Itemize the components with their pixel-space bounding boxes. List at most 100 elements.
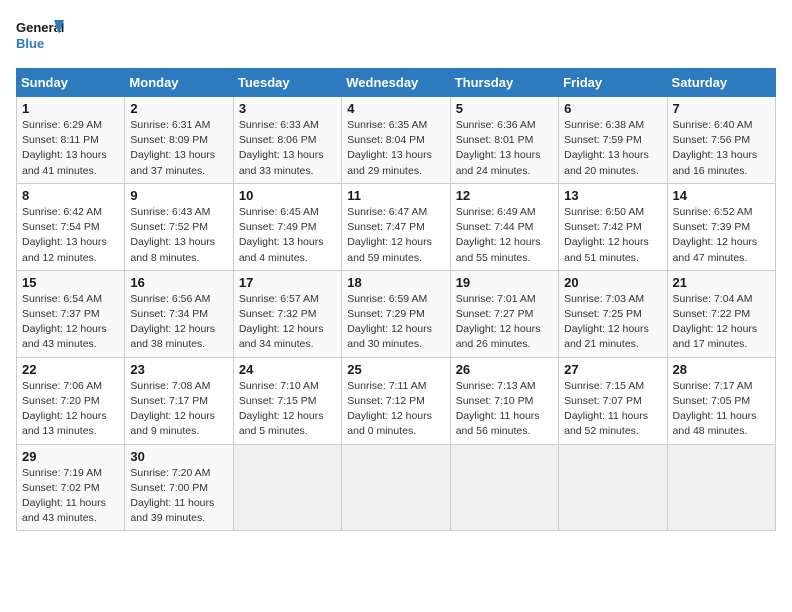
day-cell: 18 Sunrise: 6:59 AM Sunset: 7:29 PM Dayli…: [342, 270, 450, 357]
day-info: Sunrise: 6:43 AM Sunset: 7:52 PM Dayligh…: [130, 205, 227, 266]
logo: General Blue: [16, 16, 66, 58]
week-row-1: 1Sunrise: 6:29 AM Sunset: 8:11 PM Daylig…: [17, 97, 776, 184]
day-info: Sunrise: 6:45 AM Sunset: 7:49 PM Dayligh…: [239, 205, 336, 266]
day-info: Sunrise: 6:49 AM Sunset: 7:44 PM Dayligh…: [456, 205, 553, 266]
day-number: 14: [673, 188, 770, 203]
day-cell: [559, 444, 667, 531]
day-cell: 19 Sunrise: 7:01 AM Sunset: 7:27 PM Dayli…: [450, 270, 558, 357]
day-number: 12: [456, 188, 553, 203]
day-cell: 27 Sunrise: 7:15 AM Sunset: 7:07 PM Dayli…: [559, 357, 667, 444]
day-number: 21: [673, 275, 770, 290]
day-info: Sunrise: 7:04 AM Sunset: 7:22 PM Dayligh…: [673, 292, 770, 353]
col-header-sunday: Sunday: [17, 69, 125, 97]
day-info: Sunrise: 6:35 AM Sunset: 8:04 PM Dayligh…: [347, 118, 444, 179]
day-cell: 25 Sunrise: 7:11 AM Sunset: 7:12 PM Dayli…: [342, 357, 450, 444]
day-info: Sunrise: 7:11 AM Sunset: 7:12 PM Dayligh…: [347, 379, 444, 440]
day-number: 26: [456, 362, 553, 377]
week-row-5: 29 Sunrise: 7:19 AM Sunset: 7:02 PM Dayli…: [17, 444, 776, 531]
day-number: 13: [564, 188, 661, 203]
col-header-tuesday: Tuesday: [233, 69, 341, 97]
day-number: 30: [130, 449, 227, 464]
day-number: 7: [673, 101, 770, 116]
day-cell: 9 Sunrise: 6:43 AM Sunset: 7:52 PM Daylig…: [125, 183, 233, 270]
day-cell: 6 Sunrise: 6:38 AM Sunset: 7:59 PM Daylig…: [559, 97, 667, 184]
day-cell: 28Sunrise: 7:17 AM Sunset: 7:05 PM Dayli…: [667, 357, 775, 444]
day-cell: 14 Sunrise: 6:52 AM Sunset: 7:39 PM Dayli…: [667, 183, 775, 270]
day-cell: 4 Sunrise: 6:35 AM Sunset: 8:04 PM Daylig…: [342, 97, 450, 184]
day-number: 11: [347, 188, 444, 203]
day-info: Sunrise: 7:13 AM Sunset: 7:10 PM Dayligh…: [456, 379, 553, 440]
day-info: Sunrise: 6:38 AM Sunset: 7:59 PM Dayligh…: [564, 118, 661, 179]
day-info: Sunrise: 7:01 AM Sunset: 7:27 PM Dayligh…: [456, 292, 553, 353]
day-cell: 7Sunrise: 6:40 AM Sunset: 7:56 PM Daylig…: [667, 97, 775, 184]
day-info: Sunrise: 6:42 AM Sunset: 7:54 PM Dayligh…: [22, 205, 119, 266]
day-number: 20: [564, 275, 661, 290]
week-row-2: 8 Sunrise: 6:42 AM Sunset: 7:54 PM Daylig…: [17, 183, 776, 270]
day-info: Sunrise: 6:59 AM Sunset: 7:29 PM Dayligh…: [347, 292, 444, 353]
day-info: Sunrise: 7:06 AM Sunset: 7:20 PM Dayligh…: [22, 379, 119, 440]
day-cell: 24Sunrise: 7:10 AM Sunset: 7:15 PM Dayli…: [233, 357, 341, 444]
day-cell: 23 Sunrise: 7:08 AM Sunset: 7:17 PM Dayli…: [125, 357, 233, 444]
day-number: 23: [130, 362, 227, 377]
day-number: 6: [564, 101, 661, 116]
day-cell: 11 Sunrise: 6:47 AM Sunset: 7:47 PM Dayli…: [342, 183, 450, 270]
day-number: 10: [239, 188, 336, 203]
day-cell: 17Sunrise: 6:57 AM Sunset: 7:32 PM Dayli…: [233, 270, 341, 357]
day-cell: 3 Sunrise: 6:33 AM Sunset: 8:06 PM Daylig…: [233, 97, 341, 184]
day-cell: 1Sunrise: 6:29 AM Sunset: 8:11 PM Daylig…: [17, 97, 125, 184]
day-cell: 21 Sunrise: 7:04 AM Sunset: 7:22 PM Dayli…: [667, 270, 775, 357]
day-number: 5: [456, 101, 553, 116]
day-number: 2: [130, 101, 227, 116]
day-cell: 29 Sunrise: 7:19 AM Sunset: 7:02 PM Dayli…: [17, 444, 125, 531]
day-cell: 30 Sunrise: 7:20 AM Sunset: 7:00 PM Dayli…: [125, 444, 233, 531]
day-number: 15: [22, 275, 119, 290]
day-number: 24: [239, 362, 336, 377]
day-number: 27: [564, 362, 661, 377]
day-info: Sunrise: 6:47 AM Sunset: 7:47 PM Dayligh…: [347, 205, 444, 266]
day-number: 28: [673, 362, 770, 377]
day-cell: [233, 444, 341, 531]
day-info: Sunrise: 6:54 AM Sunset: 7:37 PM Dayligh…: [22, 292, 119, 353]
logo-svg: General Blue: [16, 16, 66, 58]
day-number: 1: [22, 101, 119, 116]
col-header-monday: Monday: [125, 69, 233, 97]
day-info: Sunrise: 7:19 AM Sunset: 7:02 PM Dayligh…: [22, 466, 119, 527]
day-info: Sunrise: 7:08 AM Sunset: 7:17 PM Dayligh…: [130, 379, 227, 440]
day-number: 18: [347, 275, 444, 290]
day-info: Sunrise: 7:03 AM Sunset: 7:25 PM Dayligh…: [564, 292, 661, 353]
day-cell: [667, 444, 775, 531]
day-cell: [342, 444, 450, 531]
day-number: 16: [130, 275, 227, 290]
day-info: Sunrise: 6:36 AM Sunset: 8:01 PM Dayligh…: [456, 118, 553, 179]
day-cell: 2 Sunrise: 6:31 AM Sunset: 8:09 PM Daylig…: [125, 97, 233, 184]
page-header: General Blue: [16, 16, 776, 58]
day-info: Sunrise: 6:52 AM Sunset: 7:39 PM Dayligh…: [673, 205, 770, 266]
day-cell: 15 Sunrise: 6:54 AM Sunset: 7:37 PM Dayli…: [17, 270, 125, 357]
calendar-header-row: SundayMondayTuesdayWednesdayThursdayFrid…: [17, 69, 776, 97]
day-cell: [450, 444, 558, 531]
day-info: Sunrise: 7:20 AM Sunset: 7:00 PM Dayligh…: [130, 466, 227, 527]
day-info: Sunrise: 7:15 AM Sunset: 7:07 PM Dayligh…: [564, 379, 661, 440]
day-number: 4: [347, 101, 444, 116]
calendar-table: SundayMondayTuesdayWednesdayThursdayFrid…: [16, 68, 776, 531]
day-number: 3: [239, 101, 336, 116]
col-header-friday: Friday: [559, 69, 667, 97]
day-number: 25: [347, 362, 444, 377]
day-number: 9: [130, 188, 227, 203]
svg-text:Blue: Blue: [16, 36, 44, 51]
week-row-4: 22 Sunrise: 7:06 AM Sunset: 7:20 PM Dayli…: [17, 357, 776, 444]
week-row-3: 15 Sunrise: 6:54 AM Sunset: 7:37 PM Dayli…: [17, 270, 776, 357]
day-number: 19: [456, 275, 553, 290]
day-number: 8: [22, 188, 119, 203]
day-number: 22: [22, 362, 119, 377]
day-cell: 16 Sunrise: 6:56 AM Sunset: 7:34 PM Dayli…: [125, 270, 233, 357]
day-info: Sunrise: 6:56 AM Sunset: 7:34 PM Dayligh…: [130, 292, 227, 353]
day-info: Sunrise: 6:57 AM Sunset: 7:32 PM Dayligh…: [239, 292, 336, 353]
day-info: Sunrise: 6:50 AM Sunset: 7:42 PM Dayligh…: [564, 205, 661, 266]
day-number: 29: [22, 449, 119, 464]
day-cell: 10 Sunrise: 6:45 AM Sunset: 7:49 PM Dayli…: [233, 183, 341, 270]
day-info: Sunrise: 6:31 AM Sunset: 8:09 PM Dayligh…: [130, 118, 227, 179]
col-header-wednesday: Wednesday: [342, 69, 450, 97]
day-cell: 8 Sunrise: 6:42 AM Sunset: 7:54 PM Daylig…: [17, 183, 125, 270]
day-info: Sunrise: 6:33 AM Sunset: 8:06 PM Dayligh…: [239, 118, 336, 179]
